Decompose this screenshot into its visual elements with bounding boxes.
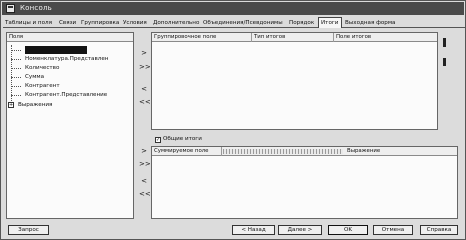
fields-tree-panel: Поля Номенклатура.Представлен Количество…	[6, 32, 134, 219]
help-button[interactable]: Справка	[420, 225, 458, 235]
overall-totals-label: Общие итоги	[163, 136, 202, 142]
query-button[interactable]: Запрос	[8, 225, 49, 235]
column-summed-field[interactable]: Суммируемое поле	[152, 147, 222, 156]
tree-line	[11, 77, 21, 78]
tab-order[interactable]: Порядок	[289, 18, 316, 28]
tree-item-selected[interactable]	[25, 46, 87, 54]
tree-item-sum[interactable]: Сумма	[25, 73, 44, 81]
tab-output-form[interactable]: Выходная форма	[345, 18, 397, 28]
tree-item-expressions[interactable]: Выражения	[18, 101, 52, 109]
tab-additional[interactable]: Дополнительно	[153, 18, 201, 28]
totals-fields-table: Суммируемое поле Выражение	[151, 146, 458, 219]
move-down-handle[interactable]	[443, 58, 446, 66]
fields-header: Поля	[7, 33, 133, 42]
tree-line	[11, 59, 21, 60]
tree-line	[11, 95, 21, 96]
tree-item-quantity[interactable]: Количество	[25, 64, 59, 72]
header-pattern	[223, 149, 343, 154]
title-bar: Консоль	[2, 2, 464, 15]
column-total-type[interactable]: Тип итогов	[252, 33, 334, 42]
grouping-table-header: Группировочное поле Тип итогов Поле итог…	[152, 33, 437, 42]
column-expression[interactable]: Выражение	[345, 147, 457, 156]
tree-line	[11, 86, 21, 87]
tab-tables-fields[interactable]: Таблицы и поля	[5, 18, 57, 28]
tree-line	[11, 50, 21, 51]
back-button[interactable]: < Назад	[232, 225, 275, 235]
remove-all-grouping-fields-button[interactable]: <<	[139, 98, 151, 107]
cancel-button[interactable]: Отмена	[373, 225, 413, 235]
tree-line	[11, 68, 21, 69]
tab-totals[interactable]: Итоги	[318, 17, 342, 28]
app-icon	[6, 4, 15, 13]
add-all-total-fields-button[interactable]: >>	[139, 160, 151, 169]
add-total-field-button[interactable]: >	[139, 147, 149, 156]
tab-strip: Таблицы и поля Связи Группировка Условия…	[3, 17, 465, 28]
tree-item-counterparty-representation[interactable]: Контрагент.Представление	[25, 91, 107, 99]
tree-item-counterparty[interactable]: Контрагент	[25, 82, 60, 90]
remove-total-field-button[interactable]: <	[139, 177, 149, 186]
tree-item-nomenclature-representation[interactable]: Номенклатура.Представлен	[25, 55, 108, 63]
window-title: Консоль	[20, 4, 52, 12]
ok-button[interactable]: OK	[328, 225, 368, 235]
totals-table-header: Суммируемое поле Выражение	[152, 147, 457, 156]
overall-totals-checkbox[interactable]: ✓	[155, 137, 161, 143]
next-button[interactable]: Далее >	[278, 225, 322, 235]
tree-line	[11, 45, 12, 101]
tab-links[interactable]: Связи	[59, 18, 79, 28]
move-up-handle[interactable]	[443, 38, 446, 47]
tab-unions-aliases[interactable]: Объединения/Псевдонимы	[203, 18, 287, 28]
grouping-fields-table: Группировочное поле Тип итогов Поле итог…	[151, 32, 438, 130]
expand-toggle[interactable]: +	[8, 102, 14, 108]
add-all-grouping-fields-button[interactable]: >>	[139, 63, 151, 72]
column-totals-field[interactable]: Поле итогов	[334, 33, 437, 42]
query-builder-window: Консоль Таблицы и поля Связи Группировка…	[0, 0, 466, 240]
tab-grouping[interactable]: Группировка	[81, 18, 121, 28]
add-grouping-field-button[interactable]: >	[139, 49, 149, 58]
remove-grouping-field-button[interactable]: <	[139, 85, 149, 94]
remove-all-total-fields-button[interactable]: <<	[139, 190, 151, 199]
fields-header-label: Поля	[9, 34, 24, 40]
column-grouping-field[interactable]: Группировочное поле	[152, 33, 252, 42]
tab-conditions[interactable]: Условия	[123, 18, 151, 28]
